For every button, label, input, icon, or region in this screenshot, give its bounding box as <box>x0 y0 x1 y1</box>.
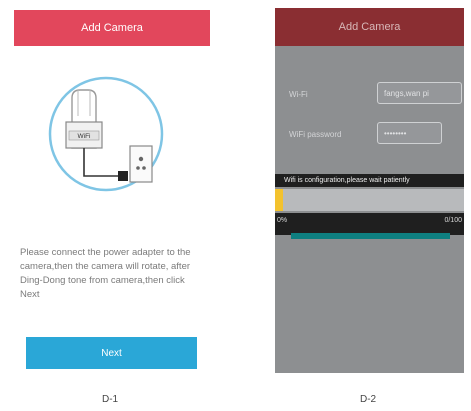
right-screen: Add Camera Wi-Fi fangs,wan pi WiFi passw… <box>275 8 464 373</box>
progress-labels: 0% 0/100 <box>275 213 464 235</box>
config-progress-fill <box>275 189 283 211</box>
left-header: Add Camera <box>14 10 210 46</box>
progress-end-label: 0/100 <box>444 217 462 224</box>
wifi-password-value: •••••••• <box>384 128 407 138</box>
progress-start-label: 0% <box>277 217 288 224</box>
right-header-title: Add Camera <box>338 21 401 33</box>
wifi-input-value: fangs,wan pi <box>384 88 429 98</box>
instruction-text: Please connect the power adapter to the … <box>20 247 191 300</box>
config-status-bar: Wifi is configuration,please wait patien… <box>275 174 464 187</box>
next-button-label: Next <box>101 347 122 359</box>
config-status-text: Wifi is configuration,please wait patien… <box>284 177 410 184</box>
teal-bar <box>291 233 450 239</box>
wifi-password-input[interactable]: •••••••• <box>377 122 442 144</box>
wifi-input[interactable]: fangs,wan pi <box>377 82 462 104</box>
wifi-password-label: WiFi password <box>289 130 342 139</box>
next-button[interactable]: Next <box>26 337 197 369</box>
left-header-title: Add Camera <box>81 22 143 34</box>
wifi-label-text: WiFi <box>78 133 91 140</box>
config-progress-bar <box>275 189 464 211</box>
right-header: Add Camera <box>275 8 464 46</box>
caption-left: D-1 <box>102 394 119 405</box>
left-screen: Add Camera WiFi Please connect the power… <box>14 10 210 375</box>
wifi-label: Wi-Fi <box>289 90 308 99</box>
power-adapter-illustration: WiFi <box>48 76 164 192</box>
caption-right: D-2 <box>360 394 377 405</box>
